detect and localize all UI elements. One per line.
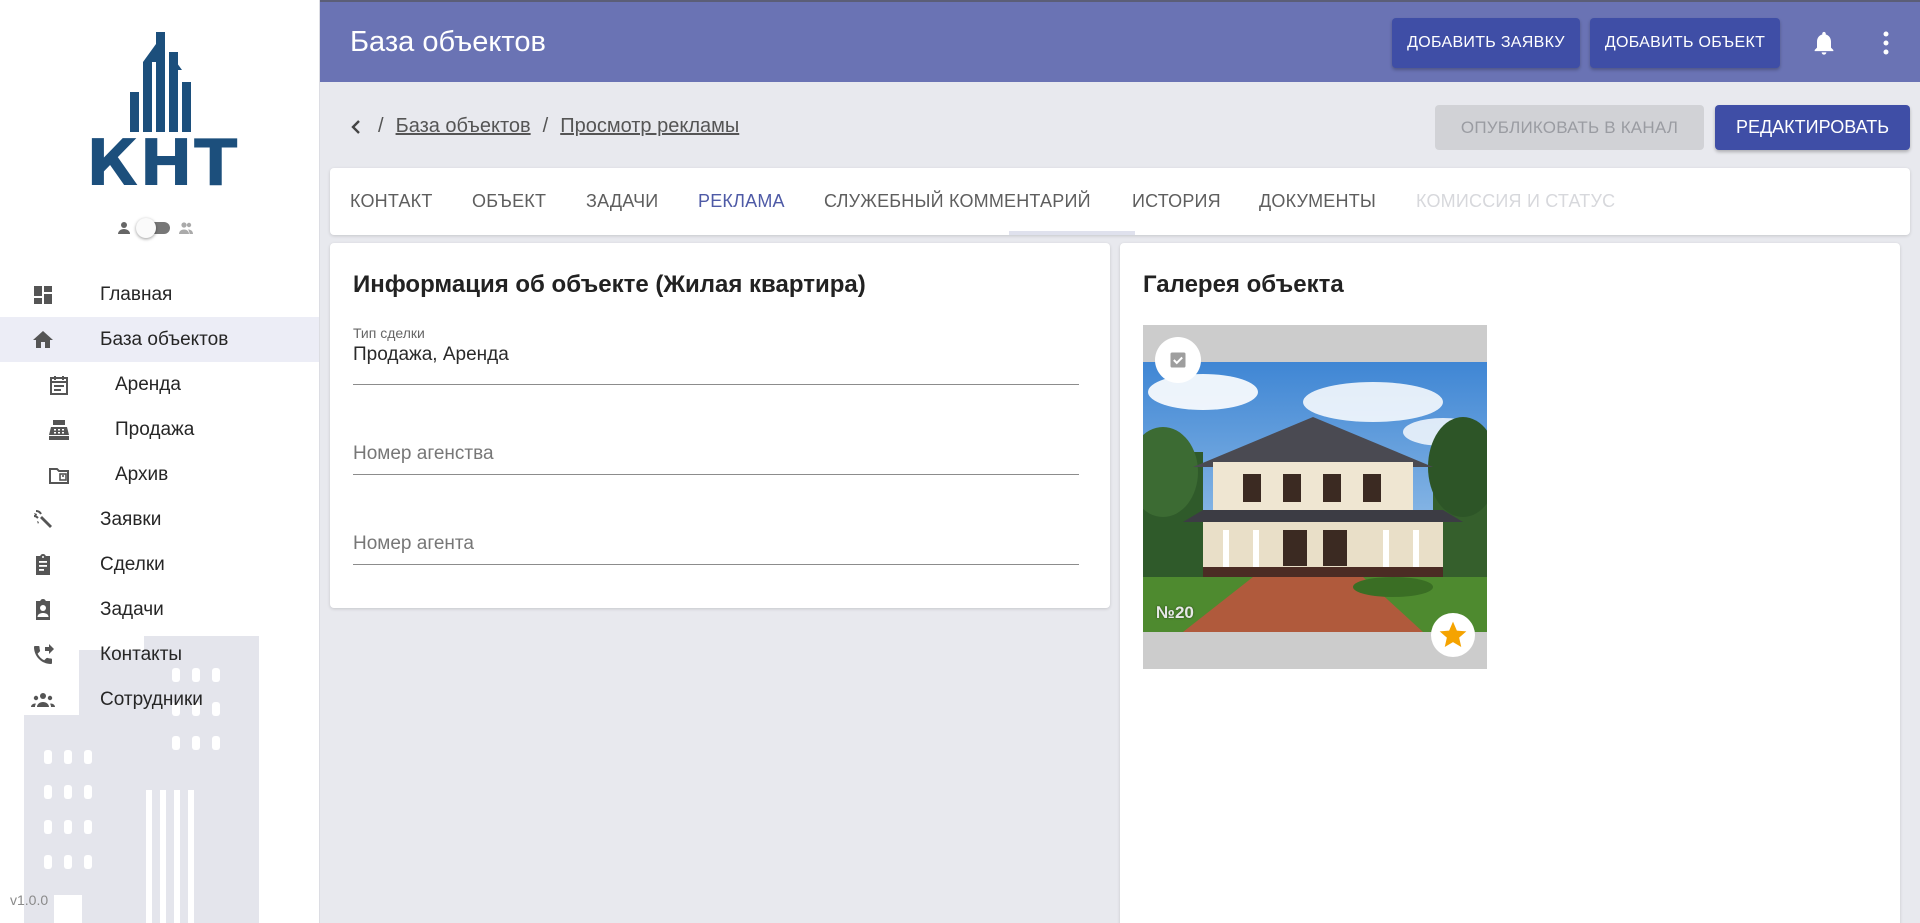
- sidebar-item-label: Контакты: [100, 643, 183, 665]
- sidebar-item-deals[interactable]: Сделки: [0, 542, 319, 587]
- sidebar-item-label: Продажа: [115, 418, 195, 440]
- tab-contact[interactable]: КОНТАКТ: [350, 168, 433, 235]
- cash-register-icon: [49, 420, 69, 440]
- house-photo: [1143, 362, 1487, 632]
- home-icon: [33, 331, 53, 348]
- object-gallery-card: Галерея объекта №20: [1120, 243, 1900, 923]
- tab-documents[interactable]: ДОКУМЕНТЫ: [1259, 168, 1376, 235]
- star-icon: [1439, 621, 1467, 647]
- agent-number-placeholder: Номер агента: [353, 533, 474, 554]
- tab-history[interactable]: ИСТОРИЯ: [1132, 168, 1221, 235]
- archive-folder-icon: [49, 468, 69, 484]
- view-mode-toggle[interactable]: [116, 218, 206, 238]
- edit-button[interactable]: РЕДАКТИРОВАТЬ: [1715, 105, 1910, 150]
- toggle-knob: [136, 218, 156, 238]
- photo-number: №20: [1156, 603, 1194, 622]
- add-object-button[interactable]: ДОБАВИТЬ ОБЪЕКТ: [1590, 18, 1780, 68]
- sidebar-item-rent[interactable]: Аренда: [0, 362, 319, 407]
- gallery-title: Галерея объекта: [1143, 271, 1344, 298]
- back-chevron-icon[interactable]: [344, 114, 368, 140]
- more-vert-icon[interactable]: [1880, 30, 1892, 56]
- deal-type-value: Продажа, Аренда: [353, 344, 509, 365]
- agency-number-placeholder: Номер агенства: [353, 443, 494, 464]
- tab-internal-comment[interactable]: СЛУЖЕБНЫЙ КОММЕНТАРИЙ: [824, 168, 1091, 235]
- sidebar-item-tasks[interactable]: Задачи: [0, 587, 319, 632]
- calendar-icon: [50, 376, 68, 395]
- people-icon: [31, 693, 55, 707]
- photo-favorite-button[interactable]: [1431, 613, 1475, 657]
- add-request-button[interactable]: ДОБАВИТЬ ЗАЯВКУ: [1392, 18, 1580, 68]
- sidebar-item-contacts[interactable]: Контакты: [0, 632, 319, 677]
- sidebar-item-label: Сделки: [100, 553, 165, 575]
- sidebar-item-home[interactable]: Главная: [0, 272, 319, 317]
- gallery-photo[interactable]: №20: [1143, 325, 1487, 669]
- dashboard-icon: [34, 286, 52, 304]
- sidebar-item-label: Аренда: [115, 373, 181, 395]
- breadcrumb-separator: /: [542, 115, 549, 137]
- sidebar-nav: Главная База объектов Аренда Продажа Арх…: [0, 272, 319, 722]
- logo-text: КНТ: [86, 127, 239, 201]
- app-version: v1.0.0: [10, 892, 49, 908]
- assignment-ind-icon: [36, 599, 50, 620]
- sidebar-item-archive[interactable]: Архив: [0, 452, 319, 497]
- sidebar: КНТ Главная База объектов Аренда Продажа…: [0, 0, 320, 923]
- photo-select-checkbox[interactable]: [1155, 337, 1201, 383]
- top-app-bar: База объектов ДОБАВИТЬ ЗАЯВКУ ДОБАВИТЬ О…: [320, 0, 1920, 82]
- agent-number-field[interactable]: Номер агента: [353, 533, 1079, 565]
- group-icon: [179, 222, 193, 234]
- sidebar-item-label: Архив: [115, 463, 169, 485]
- breadcrumb-link-objects-base[interactable]: База объектов: [396, 115, 531, 138]
- sidebar-item-objects-base[interactable]: База объектов: [0, 317, 319, 362]
- sidebar-item-label: Сотрудники: [100, 688, 203, 710]
- phone-forwarded-icon: [34, 644, 54, 664]
- breadcrumb: / База объектов / Просмотр рекламы: [378, 115, 739, 138]
- notifications-bell-icon[interactable]: [1810, 28, 1838, 58]
- publish-to-channel-button[interactable]: ОПУБЛИКОВАТЬ В КАНАЛ: [1435, 105, 1704, 150]
- breadcrumb-link-ad-view[interactable]: Просмотр рекламы: [560, 115, 739, 138]
- toggle-switch[interactable]: [136, 218, 170, 238]
- sidebar-item-label: Заявки: [100, 508, 162, 530]
- request-icon: [33, 510, 52, 528]
- person-icon: [118, 222, 130, 234]
- active-tab-indicator: [1009, 231, 1135, 235]
- object-info-card: Информация об объекте (Жилая квартира) Т…: [330, 243, 1110, 608]
- sidebar-item-requests[interactable]: Заявки: [0, 497, 319, 542]
- check-box-icon: [1170, 352, 1186, 368]
- sidebar-item-label: Задачи: [100, 598, 164, 620]
- tab-object[interactable]: ОБЪЕКТ: [472, 168, 546, 235]
- tab-commission-status: КОМИССИЯ И СТАТУС: [1416, 191, 1616, 211]
- tab-tasks[interactable]: ЗАДАЧИ: [586, 168, 658, 235]
- sidebar-item-employees[interactable]: Сотрудники: [0, 677, 319, 722]
- deal-type-label: Тип сделки: [353, 325, 425, 341]
- tab-advertising[interactable]: РЕКЛАМА: [698, 168, 785, 235]
- agency-number-field[interactable]: Номер агенства: [353, 443, 1079, 475]
- sidebar-item-sale[interactable]: Продажа: [0, 407, 319, 452]
- deal-type-field[interactable]: Тип сделки Продажа, Аренда: [353, 325, 1079, 385]
- sidebar-item-label: База объектов: [100, 328, 229, 350]
- clipboard-icon: [36, 554, 50, 575]
- breadcrumb-separator: /: [378, 115, 384, 137]
- page-title: База объектов: [350, 26, 546, 58]
- object-info-title: Информация об объекте (Жилая квартира): [353, 271, 866, 298]
- object-tabs: КОНТАКТ ОБЪЕКТ ЗАДАЧИ РЕКЛАМА СЛУЖЕБНЫЙ …: [330, 168, 1910, 235]
- sidebar-item-label: Главная: [100, 283, 173, 305]
